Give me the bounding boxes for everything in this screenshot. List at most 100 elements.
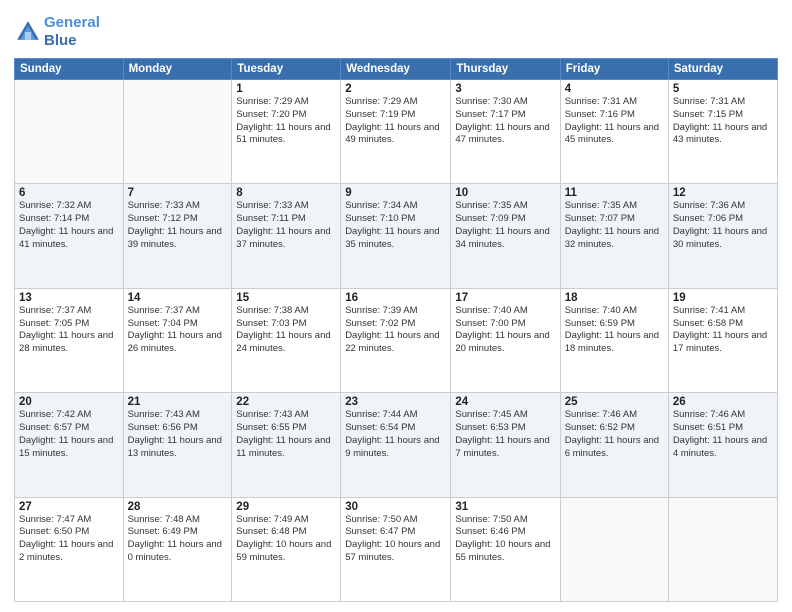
day-info: Sunrise: 7:45 AM Sunset: 6:53 PM Dayligh… xyxy=(455,409,555,460)
calendar-day-cell: 15Sunrise: 7:38 AM Sunset: 7:03 PM Dayli… xyxy=(232,288,341,392)
day-info: Sunrise: 7:50 AM Sunset: 6:46 PM Dayligh… xyxy=(455,514,555,565)
day-number: 29 xyxy=(236,501,336,513)
day-info: Sunrise: 7:43 AM Sunset: 6:56 PM Dayligh… xyxy=(128,409,228,460)
day-number: 17 xyxy=(455,292,555,304)
day-info: Sunrise: 7:46 AM Sunset: 6:51 PM Dayligh… xyxy=(673,409,773,460)
day-number: 27 xyxy=(19,501,119,513)
calendar-day-cell: 10Sunrise: 7:35 AM Sunset: 7:09 PM Dayli… xyxy=(451,184,560,288)
weekday-cell: Thursday xyxy=(451,59,560,80)
calendar-day-cell: 1Sunrise: 7:29 AM Sunset: 7:20 PM Daylig… xyxy=(232,80,341,184)
day-number: 2 xyxy=(345,83,446,95)
day-number: 15 xyxy=(236,292,336,304)
day-number: 23 xyxy=(345,396,446,408)
day-number: 30 xyxy=(345,501,446,513)
calendar-day-cell: 19Sunrise: 7:41 AM Sunset: 6:58 PM Dayli… xyxy=(668,288,777,392)
calendar-day-cell: 28Sunrise: 7:48 AM Sunset: 6:49 PM Dayli… xyxy=(123,497,232,601)
calendar-week-row: 20Sunrise: 7:42 AM Sunset: 6:57 PM Dayli… xyxy=(15,393,778,497)
day-number: 8 xyxy=(236,187,336,199)
day-number: 20 xyxy=(19,396,119,408)
calendar-day-cell: 31Sunrise: 7:50 AM Sunset: 6:46 PM Dayli… xyxy=(451,497,560,601)
calendar-week-row: 27Sunrise: 7:47 AM Sunset: 6:50 PM Dayli… xyxy=(15,497,778,601)
day-info: Sunrise: 7:50 AM Sunset: 6:47 PM Dayligh… xyxy=(345,514,446,565)
day-info: Sunrise: 7:33 AM Sunset: 7:11 PM Dayligh… xyxy=(236,200,336,251)
day-number: 28 xyxy=(128,501,228,513)
calendar-day-cell: 7Sunrise: 7:33 AM Sunset: 7:12 PM Daylig… xyxy=(123,184,232,288)
calendar-day-cell: 17Sunrise: 7:40 AM Sunset: 7:00 PM Dayli… xyxy=(451,288,560,392)
calendar-day-cell: 27Sunrise: 7:47 AM Sunset: 6:50 PM Dayli… xyxy=(15,497,124,601)
calendar-day-cell xyxy=(15,80,124,184)
calendar-day-cell: 24Sunrise: 7:45 AM Sunset: 6:53 PM Dayli… xyxy=(451,393,560,497)
day-info: Sunrise: 7:40 AM Sunset: 7:00 PM Dayligh… xyxy=(455,305,555,356)
calendar-day-cell: 8Sunrise: 7:33 AM Sunset: 7:11 PM Daylig… xyxy=(232,184,341,288)
day-number: 3 xyxy=(455,83,555,95)
day-info: Sunrise: 7:34 AM Sunset: 7:10 PM Dayligh… xyxy=(345,200,446,251)
calendar-day-cell: 9Sunrise: 7:34 AM Sunset: 7:10 PM Daylig… xyxy=(341,184,451,288)
day-info: Sunrise: 7:36 AM Sunset: 7:06 PM Dayligh… xyxy=(673,200,773,251)
day-number: 12 xyxy=(673,187,773,199)
day-info: Sunrise: 7:35 AM Sunset: 7:07 PM Dayligh… xyxy=(565,200,664,251)
day-number: 5 xyxy=(673,83,773,95)
weekday-cell: Monday xyxy=(123,59,232,80)
day-info: Sunrise: 7:49 AM Sunset: 6:48 PM Dayligh… xyxy=(236,514,336,565)
logo-text: General Blue xyxy=(44,14,100,50)
day-number: 1 xyxy=(236,83,336,95)
day-number: 6 xyxy=(19,187,119,199)
calendar-day-cell: 3Sunrise: 7:30 AM Sunset: 7:17 PM Daylig… xyxy=(451,80,560,184)
weekday-cell: Friday xyxy=(560,59,668,80)
day-number: 31 xyxy=(455,501,555,513)
weekday-header-row: SundayMondayTuesdayWednesdayThursdayFrid… xyxy=(15,59,778,80)
day-info: Sunrise: 7:38 AM Sunset: 7:03 PM Dayligh… xyxy=(236,305,336,356)
day-info: Sunrise: 7:31 AM Sunset: 7:15 PM Dayligh… xyxy=(673,96,773,147)
day-number: 14 xyxy=(128,292,228,304)
weekday-cell: Saturday xyxy=(668,59,777,80)
day-number: 25 xyxy=(565,396,664,408)
calendar-week-row: 13Sunrise: 7:37 AM Sunset: 7:05 PM Dayli… xyxy=(15,288,778,392)
day-info: Sunrise: 7:31 AM Sunset: 7:16 PM Dayligh… xyxy=(565,96,664,147)
calendar-day-cell: 26Sunrise: 7:46 AM Sunset: 6:51 PM Dayli… xyxy=(668,393,777,497)
logo-icon xyxy=(14,18,42,46)
day-info: Sunrise: 7:42 AM Sunset: 6:57 PM Dayligh… xyxy=(19,409,119,460)
calendar-day-cell: 20Sunrise: 7:42 AM Sunset: 6:57 PM Dayli… xyxy=(15,393,124,497)
calendar-day-cell: 18Sunrise: 7:40 AM Sunset: 6:59 PM Dayli… xyxy=(560,288,668,392)
calendar-day-cell: 25Sunrise: 7:46 AM Sunset: 6:52 PM Dayli… xyxy=(560,393,668,497)
calendar-table: SundayMondayTuesdayWednesdayThursdayFrid… xyxy=(14,58,778,602)
day-info: Sunrise: 7:30 AM Sunset: 7:17 PM Dayligh… xyxy=(455,96,555,147)
day-info: Sunrise: 7:29 AM Sunset: 7:20 PM Dayligh… xyxy=(236,96,336,147)
calendar-day-cell xyxy=(668,497,777,601)
calendar-week-row: 6Sunrise: 7:32 AM Sunset: 7:14 PM Daylig… xyxy=(15,184,778,288)
day-number: 11 xyxy=(565,187,664,199)
day-info: Sunrise: 7:35 AM Sunset: 7:09 PM Dayligh… xyxy=(455,200,555,251)
day-number: 22 xyxy=(236,396,336,408)
day-info: Sunrise: 7:37 AM Sunset: 7:04 PM Dayligh… xyxy=(128,305,228,356)
day-number: 7 xyxy=(128,187,228,199)
day-info: Sunrise: 7:33 AM Sunset: 7:12 PM Dayligh… xyxy=(128,200,228,251)
day-number: 24 xyxy=(455,396,555,408)
day-number: 10 xyxy=(455,187,555,199)
day-info: Sunrise: 7:48 AM Sunset: 6:49 PM Dayligh… xyxy=(128,514,228,565)
day-info: Sunrise: 7:29 AM Sunset: 7:19 PM Dayligh… xyxy=(345,96,446,147)
calendar-day-cell: 6Sunrise: 7:32 AM Sunset: 7:14 PM Daylig… xyxy=(15,184,124,288)
day-info: Sunrise: 7:46 AM Sunset: 6:52 PM Dayligh… xyxy=(565,409,664,460)
weekday-cell: Sunday xyxy=(15,59,124,80)
day-number: 9 xyxy=(345,187,446,199)
day-number: 13 xyxy=(19,292,119,304)
day-info: Sunrise: 7:39 AM Sunset: 7:02 PM Dayligh… xyxy=(345,305,446,356)
calendar-week-row: 1Sunrise: 7:29 AM Sunset: 7:20 PM Daylig… xyxy=(15,80,778,184)
day-number: 21 xyxy=(128,396,228,408)
calendar-day-cell: 11Sunrise: 7:35 AM Sunset: 7:07 PM Dayli… xyxy=(560,184,668,288)
calendar-day-cell: 5Sunrise: 7:31 AM Sunset: 7:15 PM Daylig… xyxy=(668,80,777,184)
calendar-day-cell: 30Sunrise: 7:50 AM Sunset: 6:47 PM Dayli… xyxy=(341,497,451,601)
day-info: Sunrise: 7:44 AM Sunset: 6:54 PM Dayligh… xyxy=(345,409,446,460)
calendar-day-cell: 29Sunrise: 7:49 AM Sunset: 6:48 PM Dayli… xyxy=(232,497,341,601)
day-number: 16 xyxy=(345,292,446,304)
weekday-cell: Wednesday xyxy=(341,59,451,80)
page: General Blue SundayMondayTuesdayWednesda… xyxy=(0,0,792,612)
calendar-day-cell: 4Sunrise: 7:31 AM Sunset: 7:16 PM Daylig… xyxy=(560,80,668,184)
day-info: Sunrise: 7:47 AM Sunset: 6:50 PM Dayligh… xyxy=(19,514,119,565)
calendar-day-cell: 12Sunrise: 7:36 AM Sunset: 7:06 PM Dayli… xyxy=(668,184,777,288)
logo: General Blue xyxy=(14,14,100,50)
calendar-day-cell: 14Sunrise: 7:37 AM Sunset: 7:04 PM Dayli… xyxy=(123,288,232,392)
day-number: 19 xyxy=(673,292,773,304)
header: General Blue xyxy=(14,10,778,50)
calendar-day-cell xyxy=(560,497,668,601)
